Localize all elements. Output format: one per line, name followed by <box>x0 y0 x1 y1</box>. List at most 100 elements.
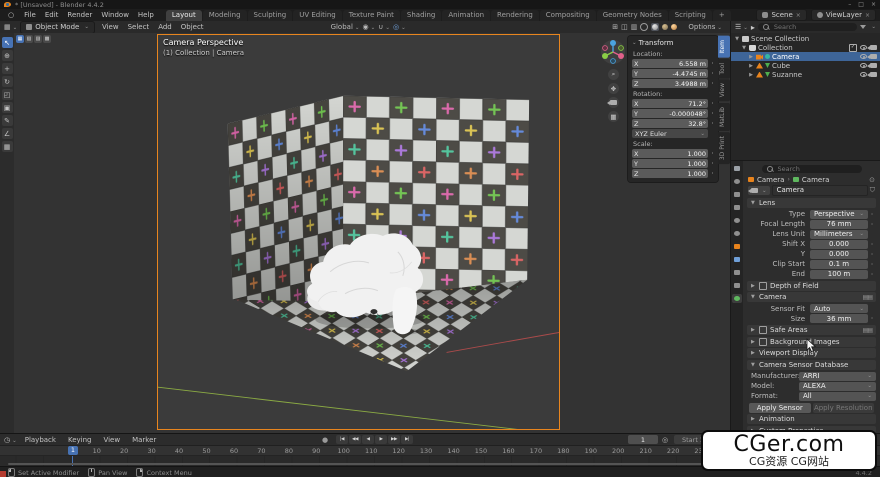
animate-dot[interactable]: · <box>709 120 716 128</box>
select-mode-subtract-icon[interactable]: ▨ <box>34 35 42 43</box>
menu-file[interactable]: File <box>20 10 40 20</box>
xray-toggle-icon[interactable]: ▥ <box>631 23 638 31</box>
animate-dot[interactable]: · <box>709 160 716 168</box>
editor-type-icon[interactable]: ▦⌄ <box>4 23 17 31</box>
clip-start-field[interactable]: 0.1 m <box>810 260 868 269</box>
constraints-tab-icon[interactable] <box>732 281 742 290</box>
modifiers-tab-icon[interactable] <box>732 255 742 264</box>
perspective-toggle-icon[interactable]: ▦ <box>608 111 619 122</box>
outliner-search-input[interactable] <box>772 22 852 32</box>
scene-unlink-icon[interactable]: × <box>796 12 801 19</box>
sensor-db-section-header[interactable]: ▼ Camera Sensor Database <box>747 360 876 370</box>
properties-search[interactable] <box>762 165 862 173</box>
sensor-size-field[interactable]: 36 mm <box>810 314 868 323</box>
render-tab-icon[interactable] <box>732 177 742 186</box>
transform-field[interactable]: X6.558 m <box>632 59 708 68</box>
funnel-dropdown-icon[interactable]: ⌄ <box>871 24 876 30</box>
viewport-menu-add[interactable]: Add <box>154 22 176 32</box>
move-tool[interactable]: + <box>2 63 13 74</box>
manufacturer-dropdown[interactable]: ARRI⌄ <box>799 372 876 381</box>
animate-dot[interactable]: · <box>709 110 716 118</box>
shading-solid-icon[interactable] <box>651 23 659 31</box>
camera-section-header[interactable]: ▼Camera ▤▤ <box>747 292 876 302</box>
presets-menu-icon[interactable]: ▤▤ <box>863 294 872 301</box>
timeline-menu-marker[interactable]: Marker <box>128 435 160 445</box>
play-button[interactable]: ▶ <box>375 435 387 444</box>
timeline-editor-icon[interactable]: ◷⌄ <box>4 436 17 444</box>
jump-to-start-button[interactable]: |◀ <box>336 435 348 444</box>
transform-field[interactable]: X71.2° <box>632 99 708 108</box>
navigation-gizmo[interactable] <box>600 39 626 65</box>
workspace-tab-geometry-nodes[interactable]: Geometry Nodes <box>597 10 668 21</box>
add-workspace-button[interactable]: + <box>713 10 731 21</box>
hide-eye-icon[interactable] <box>860 72 867 77</box>
safe-areas-section-header[interactable]: ▶ Safe Areas ▤▤ <box>747 325 876 335</box>
menu-window[interactable]: Window <box>97 10 133 20</box>
dof-checkbox[interactable] <box>759 282 767 290</box>
disable-render-icon[interactable] <box>870 45 877 50</box>
sidebar-tab-item[interactable]: Item <box>718 36 730 58</box>
world-tab-icon[interactable] <box>732 229 742 238</box>
snap-magnet-icon[interactable]: ∪⌄ <box>378 23 390 31</box>
play-reverse-button[interactable]: ◀ <box>362 435 374 444</box>
properties-search-input[interactable] <box>776 164 857 174</box>
viewport-menu-object[interactable]: Object <box>177 22 208 32</box>
model-dropdown[interactable]: ALEXA⌄ <box>799 382 876 391</box>
outliner-row-scene-collection[interactable]: ▼Scene Collection <box>731 34 880 43</box>
disclosure-icon[interactable]: ▼ <box>734 36 740 42</box>
menu-edit[interactable]: Edit <box>41 10 63 20</box>
object-tab-icon[interactable] <box>732 242 742 251</box>
zoom-view-icon[interactable]: ⌕ <box>608 69 619 80</box>
shading-wireframe-icon[interactable] <box>640 23 648 31</box>
exclude-checkbox-icon[interactable]: ✓ <box>849 44 857 52</box>
menu-help[interactable]: Help <box>134 10 158 20</box>
viewlayer-unlink-icon[interactable]: × <box>865 12 870 19</box>
transform-tool[interactable]: ▣ <box>2 102 13 113</box>
shading-material-icon[interactable] <box>662 24 668 30</box>
disable-render-icon[interactable] <box>870 72 877 77</box>
shift-x-field[interactable]: 0.000 <box>810 240 868 249</box>
show-gizmo-icon[interactable]: ⊞ <box>612 23 618 31</box>
viewport-menu-view[interactable]: View <box>98 22 123 32</box>
transform-field[interactable]: Z1.000 <box>632 169 708 178</box>
dof-section-header[interactable]: ▶ Depth of Field <box>747 281 876 291</box>
scale-tool[interactable]: ◰ <box>2 89 13 100</box>
hide-eye-icon[interactable] <box>860 54 867 59</box>
sidebar-tab-3d-print[interactable]: 3D Print <box>718 132 730 164</box>
menu-render[interactable]: Render <box>63 10 96 20</box>
workspace-tab-uv-editing[interactable]: UV Editing <box>293 10 342 21</box>
animate-dot[interactable]: · <box>709 80 716 88</box>
camera-view-icon[interactable] <box>608 97 619 108</box>
pivot-point-dropdown[interactable]: ◉⌄ <box>363 23 376 31</box>
disable-render-icon[interactable] <box>870 54 877 59</box>
close-button[interactable]: × <box>871 1 876 8</box>
animate-dot[interactable]: · <box>868 260 876 269</box>
keying-set-icon[interactable]: ◎ <box>662 436 668 444</box>
pan-view-icon[interactable]: ✥ <box>608 83 619 94</box>
outliner-row-cube[interactable]: ▶Cube <box>731 61 880 70</box>
transform-field[interactable]: X1.000 <box>632 149 708 158</box>
animate-dot[interactable]: · <box>868 270 876 279</box>
viewport-options-dropdown[interactable]: Options⌄ <box>688 23 722 31</box>
select-mode-intersect-icon[interactable]: ▩ <box>43 35 51 43</box>
output-tab-icon[interactable] <box>732 190 742 199</box>
scene-selector[interactable]: Scene × <box>756 9 806 21</box>
shift-y-field[interactable]: 0.000 <box>810 250 868 259</box>
viewport-canvas[interactable]: Camera Perspective (1) Collection | Came… <box>14 33 730 433</box>
prev-keyframe-button[interactable]: ◀◀ <box>349 435 361 444</box>
workspace-tab-layout[interactable]: Layout <box>166 10 202 21</box>
scene-tab-icon[interactable] <box>732 216 742 225</box>
workspace-tab-shading[interactable]: Shading <box>401 10 441 21</box>
proportional-editing-icon[interactable]: ◎⌄ <box>393 23 406 31</box>
outliner-row-suzanne[interactable]: ▶Suzanne <box>731 70 880 79</box>
animate-dot[interactable]: · <box>709 100 716 108</box>
animate-dot[interactable]: · <box>868 210 876 219</box>
fake-user-icon[interactable]: ⛉ <box>870 186 875 195</box>
animate-dot[interactable]: · <box>709 150 716 158</box>
lens-unit-dropdown[interactable]: Millimeters⌄ <box>810 230 868 239</box>
transform-field[interactable]: Y1.000 <box>632 159 708 168</box>
timeline-menu-view[interactable]: View <box>99 435 124 445</box>
animate-dot[interactable]: · <box>709 70 716 78</box>
timeline-menu-playback[interactable]: Playback <box>21 435 60 445</box>
background-images-checkbox[interactable] <box>759 338 767 346</box>
